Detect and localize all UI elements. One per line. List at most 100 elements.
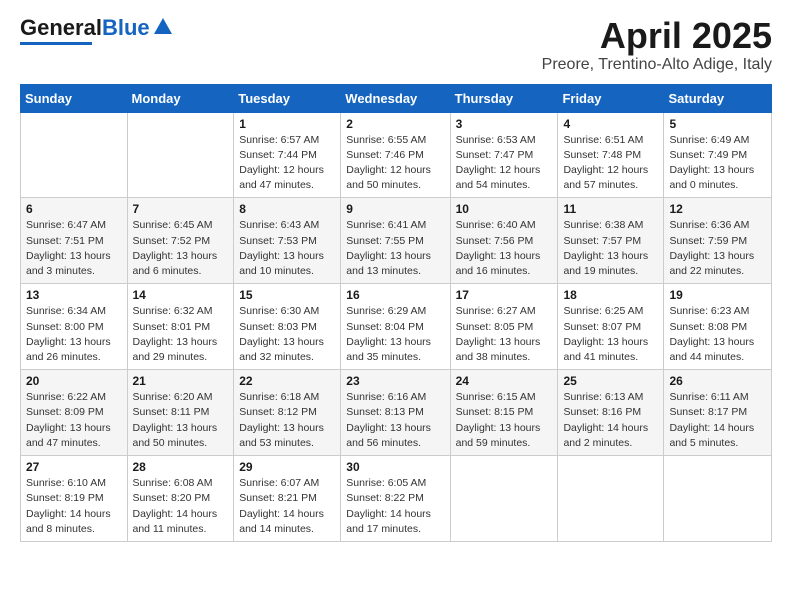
day-number: 13 [26,288,122,302]
day-number: 24 [456,374,553,388]
day-number: 27 [26,460,122,474]
logo-icon [152,16,174,38]
calendar-cell-w5-d4: 30Sunrise: 6:05 AM Sunset: 8:22 PM Dayli… [341,456,450,542]
day-info: Sunrise: 6:27 AM Sunset: 8:05 PM Dayligh… [456,304,553,365]
day-info: Sunrise: 6:10 AM Sunset: 8:19 PM Dayligh… [26,476,122,537]
day-number: 15 [239,288,335,302]
day-number: 3 [456,117,553,131]
day-info: Sunrise: 6:15 AM Sunset: 8:15 PM Dayligh… [456,390,553,451]
day-number: 7 [133,202,229,216]
day-number: 9 [346,202,444,216]
calendar-cell-w5-d6 [558,456,664,542]
title-block: April 2025 Preore, Trentino-Alto Adige, … [542,16,772,74]
day-info: Sunrise: 6:25 AM Sunset: 8:07 PM Dayligh… [563,304,658,365]
header-friday: Friday [558,84,664,112]
logo-blue: Blue [102,15,150,40]
calendar-cell-w1-d3: 1 Sunrise: 6:57 AM Sunset: 7:44 PM Daylig… [234,112,341,198]
day-number: 26 [669,374,766,388]
day-number: 18 [563,288,658,302]
calendar-cell-w3-d6: 18 Sunrise: 6:25 AM Sunset: 8:07 PM Dayli… [558,284,664,370]
calendar-cell-w1-d5: 3 Sunrise: 6:53 AM Sunset: 7:47 PM Daylig… [450,112,558,198]
day-number: 21 [133,374,229,388]
day-info: Sunrise: 6:53 AM Sunset: 7:47 PM Dayligh… [456,133,553,194]
day-info: Sunrise: 6:16 AM Sunset: 8:13 PM Dayligh… [346,390,444,451]
day-number: 10 [456,202,553,216]
header-wednesday: Wednesday [341,84,450,112]
day-info: Sunrise: 6:34 AM Sunset: 8:00 PM Dayligh… [26,304,122,365]
calendar-cell-w5-d2: 28 Sunrise: 6:08 AM Sunset: 8:20 PM Dayli… [127,456,234,542]
header-thursday: Thursday [450,84,558,112]
calendar-cell-w3-d7: 19 Sunrise: 6:23 AM Sunset: 8:08 PM Dayli… [664,284,772,370]
logo-general: General [20,15,102,40]
calendar-week-2: 6Sunrise: 6:47 AM Sunset: 7:51 PM Daylig… [21,198,772,284]
calendar-cell-w4-d4: 23 Sunrise: 6:16 AM Sunset: 8:13 PM Dayli… [341,370,450,456]
calendar-cell-w3-d4: 16 Sunrise: 6:29 AM Sunset: 8:04 PM Dayli… [341,284,450,370]
calendar-cell-w2-d4: 9Sunrise: 6:41 AM Sunset: 7:55 PM Daylig… [341,198,450,284]
page-title: April 2025 [542,16,772,56]
calendar-cell-w2-d5: 10 Sunrise: 6:40 AM Sunset: 7:56 PM Dayli… [450,198,558,284]
calendar-week-4: 20Sunrise: 6:22 AM Sunset: 8:09 PM Dayli… [21,370,772,456]
day-number: 19 [669,288,766,302]
header-sunday: Sunday [21,84,128,112]
logo-underline [20,42,92,45]
calendar-cell-w2-d2: 7Sunrise: 6:45 AM Sunset: 7:52 PM Daylig… [127,198,234,284]
calendar-cell-w3-d3: 15 Sunrise: 6:30 AM Sunset: 8:03 PM Dayli… [234,284,341,370]
calendar-cell-w3-d5: 17 Sunrise: 6:27 AM Sunset: 8:05 PM Dayli… [450,284,558,370]
calendar-cell-w4-d2: 21 Sunrise: 6:20 AM Sunset: 8:11 PM Dayli… [127,370,234,456]
day-number: 23 [346,374,444,388]
day-info: Sunrise: 6:32 AM Sunset: 8:01 PM Dayligh… [133,304,229,365]
day-info: Sunrise: 6:20 AM Sunset: 8:11 PM Dayligh… [133,390,229,451]
day-info: Sunrise: 6:13 AM Sunset: 8:16 PM Dayligh… [563,390,658,451]
day-number: 1 [239,117,335,131]
day-info: Sunrise: 6:29 AM Sunset: 8:04 PM Dayligh… [346,304,444,365]
day-info: Sunrise: 6:57 AM Sunset: 7:44 PM Dayligh… [239,133,335,194]
calendar-cell-w5-d1: 27 Sunrise: 6:10 AM Sunset: 8:19 PM Dayli… [21,456,128,542]
calendar-header-row: Sunday Monday Tuesday Wednesday Thursday… [21,84,772,112]
day-info: Sunrise: 6:07 AM Sunset: 8:21 PM Dayligh… [239,476,335,537]
calendar-cell-w2-d7: 12 Sunrise: 6:36 AM Sunset: 7:59 PM Dayli… [664,198,772,284]
day-number: 8 [239,202,335,216]
day-number: 6 [26,202,122,216]
day-number: 28 [133,460,229,474]
day-info: Sunrise: 6:23 AM Sunset: 8:08 PM Dayligh… [669,304,766,365]
calendar-cell-w5-d7 [664,456,772,542]
day-number: 5 [669,117,766,131]
header: GeneralBlue April 2025 Preore, Trentino-… [20,16,772,74]
calendar-week-5: 27 Sunrise: 6:10 AM Sunset: 8:19 PM Dayli… [21,456,772,542]
day-number: 30 [346,460,444,474]
calendar-cell-w2-d6: 11 Sunrise: 6:38 AM Sunset: 7:57 PM Dayli… [558,198,664,284]
calendar-cell-w3-d2: 14Sunrise: 6:32 AM Sunset: 8:01 PM Dayli… [127,284,234,370]
day-info: Sunrise: 6:43 AM Sunset: 7:53 PM Dayligh… [239,218,335,279]
day-number: 11 [563,202,658,216]
header-monday: Monday [127,84,234,112]
logo-text: GeneralBlue [20,16,150,40]
calendar-cell-w4-d1: 20Sunrise: 6:22 AM Sunset: 8:09 PM Dayli… [21,370,128,456]
day-number: 2 [346,117,444,131]
calendar-cell-w1-d6: 4Sunrise: 6:51 AM Sunset: 7:48 PM Daylig… [558,112,664,198]
calendar-cell-w4-d3: 22Sunrise: 6:18 AM Sunset: 8:12 PM Dayli… [234,370,341,456]
day-info: Sunrise: 6:49 AM Sunset: 7:49 PM Dayligh… [669,133,766,194]
header-tuesday: Tuesday [234,84,341,112]
day-number: 17 [456,288,553,302]
day-info: Sunrise: 6:08 AM Sunset: 8:20 PM Dayligh… [133,476,229,537]
calendar-cell-w4-d5: 24 Sunrise: 6:15 AM Sunset: 8:15 PM Dayli… [450,370,558,456]
day-info: Sunrise: 6:40 AM Sunset: 7:56 PM Dayligh… [456,218,553,279]
day-info: Sunrise: 6:36 AM Sunset: 7:59 PM Dayligh… [669,218,766,279]
day-number: 29 [239,460,335,474]
page-subtitle: Preore, Trentino-Alto Adige, Italy [542,56,772,74]
calendar-cell-w1-d2 [127,112,234,198]
calendar-cell-w4-d6: 25 Sunrise: 6:13 AM Sunset: 8:16 PM Dayli… [558,370,664,456]
day-number: 12 [669,202,766,216]
calendar-table: Sunday Monday Tuesday Wednesday Thursday… [20,84,772,542]
day-info: Sunrise: 6:30 AM Sunset: 8:03 PM Dayligh… [239,304,335,365]
calendar-cell-w5-d3: 29 Sunrise: 6:07 AM Sunset: 8:21 PM Dayli… [234,456,341,542]
calendar-cell-w3-d1: 13 Sunrise: 6:34 AM Sunset: 8:00 PM Dayli… [21,284,128,370]
calendar-cell-w2-d1: 6Sunrise: 6:47 AM Sunset: 7:51 PM Daylig… [21,198,128,284]
day-info: Sunrise: 6:18 AM Sunset: 8:12 PM Dayligh… [239,390,335,451]
day-number: 16 [346,288,444,302]
day-info: Sunrise: 6:22 AM Sunset: 8:09 PM Dayligh… [26,390,122,451]
calendar-cell-w1-d7: 5 Sunrise: 6:49 AM Sunset: 7:49 PM Daylig… [664,112,772,198]
calendar-cell-w1-d4: 2Sunrise: 6:55 AM Sunset: 7:46 PM Daylig… [341,112,450,198]
day-info: Sunrise: 6:38 AM Sunset: 7:57 PM Dayligh… [563,218,658,279]
day-number: 25 [563,374,658,388]
